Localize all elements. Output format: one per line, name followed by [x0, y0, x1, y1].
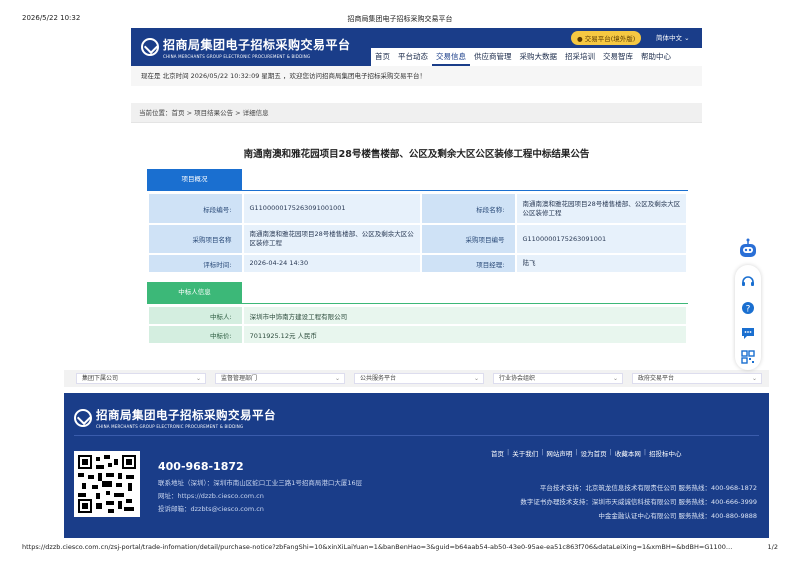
nav-home[interactable]: 首页 [371, 48, 394, 66]
filter-supervision[interactable]: 监督管理部门 ⌄ [215, 373, 345, 384]
evaluation-time-value: 2026-04-24 14:30 [243, 255, 420, 272]
qr-code-icon[interactable] [741, 350, 755, 364]
footer-link-bidding-center[interactable]: 招投标中心 [646, 448, 685, 458]
site-footer: 招商局集团电子招标采购交易平台 CHINA MERCHANTS GROUP EL… [64, 393, 769, 538]
footer-link-home[interactable]: 首页 [488, 448, 507, 458]
filter-label: 政府交易平台 [638, 375, 675, 382]
main-nav: 首页 平台动态 交易信息 供应商管理 采购大数据 招采培训 交易智库 帮助中心 [371, 48, 675, 66]
nav-training[interactable]: 招采培训 [561, 48, 599, 66]
complaint-email[interactable]: 投诉邮箱：dzzbts@ciesco.com.cn [158, 503, 264, 513]
welcome-bar: 现在是 北京时间 2026/05/22 10:32:09 星期五 ，欢迎您访问招… [131, 66, 702, 86]
winner-info-table: 中标人: 深圳市中饰南方建设工程有限公司 中标价: 7011925.12元 人民… [147, 305, 688, 345]
website-link[interactable]: 网址：https://dzzb.ciesco.com.cn [158, 490, 264, 500]
print-footer: https://dzzb.ciesco.com.cn/zsj-portal/tr… [22, 543, 778, 553]
filter-label: 监督管理部门 [221, 375, 258, 382]
headset-icon[interactable] [741, 275, 755, 289]
help-icon[interactable]: ? [741, 301, 755, 315]
project-name-label: 采购项目名称 [149, 225, 242, 253]
project-manager-label: 项目经理: [422, 255, 515, 272]
support-line: 中金金融认证中心有限公司 服务热线：400-880-9888 [598, 512, 757, 520]
chevron-down-icon: ⌄ [751, 375, 757, 382]
section-winner-info: 中标人信息 [147, 282, 242, 303]
footer-link-statement[interactable]: 网站声明 [543, 448, 575, 458]
nav-supplier-management[interactable]: 供应商管理 [470, 48, 516, 66]
filter-public-service[interactable]: 公共服务平台 ⌄ [354, 373, 484, 384]
table-row: 中标价: 7011925.12元 人民币 [149, 326, 686, 343]
project-manager-value: 陆飞 [516, 255, 686, 272]
print-title: 招商局集团电子招标采购交易平台 [347, 15, 453, 23]
nav-trade-info[interactable]: 交易信息 [432, 48, 470, 66]
nav-think-tank[interactable]: 交易智库 [599, 48, 637, 66]
project-name-value: 南通南澳和雅花园项目28号楼售楼部、公区及剩余大区公区装修工程 [243, 225, 420, 253]
print-header: 2026/5/22 10:32 招商局集团电子招标采购交易平台 [22, 14, 778, 24]
nav-platform-news[interactable]: 平台动态 [394, 48, 432, 66]
overseas-label: 交易平台(境外版) [584, 35, 636, 43]
language-label: 简体中文 [656, 34, 682, 42]
qr-code-icon [74, 451, 140, 517]
hotline-number: 400-968-1872 [158, 460, 244, 473]
section-project-overview: 项目概况 [147, 169, 242, 190]
logo-subtitle: CHINA MERCHANTS GROUP ELECTRONIC PROCURE… [163, 53, 311, 59]
chat-icon[interactable] [741, 326, 755, 340]
footer-divider [74, 435, 759, 436]
print-page-number: 1/2 [767, 543, 778, 551]
section-divider [147, 303, 688, 304]
breadcrumb[interactable]: 当前位置：首页 > 项目结果公告 > 详细信息 [131, 103, 702, 123]
assistant-robot-icon[interactable] [737, 238, 759, 260]
print-url: https://dzzb.ciesco.com.cn/zsj-portal/tr… [22, 543, 733, 551]
bid-section-name-label: 标段名称: [422, 194, 515, 223]
chevron-down-icon: ⌄ [684, 34, 690, 42]
chevron-down-icon: ⌄ [473, 375, 479, 382]
cmg-emblem-icon [74, 409, 92, 427]
chevron-down-icon: ⌄ [334, 375, 340, 382]
logo-title: 招商局集团电子招标采购交易平台 [163, 37, 351, 52]
winner-value: 深圳市中饰南方建设工程有限公司 [243, 307, 686, 324]
chevron-down-icon: ⌄ [612, 375, 618, 382]
evaluation-time-label: 评标时间: [149, 255, 242, 272]
section-divider [147, 190, 688, 191]
table-row: 采购项目名称 南通南澳和雅花园项目28号楼售楼部、公区及剩余大区公区装修工程 采… [149, 225, 686, 253]
footer-link-about[interactable]: 关于我们 [509, 448, 541, 458]
page-title: 南通南澳和雅花园项目28号楼售楼部、公区及剩余大区公区装修工程中标结果公告 [243, 149, 590, 160]
footer-logo-title: 招商局集团电子招标采购交易平台 [96, 408, 276, 422]
footer-link-set-homepage[interactable]: 设为首页 [578, 448, 610, 458]
footer-logo: 招商局集团电子招标采购交易平台 CHINA MERCHANTS GROUP EL… [74, 407, 276, 429]
overseas-version-button[interactable]: ● 交易平台(境外版) [571, 31, 642, 45]
project-no-label: 采购项目编号 [422, 225, 515, 253]
chevron-down-icon: ⌄ [195, 375, 201, 382]
bid-section-name-value: 南通南澳和雅花园项目28号楼售楼部、公区及剩余大区公区装修工程 [516, 194, 686, 223]
filter-group-companies[interactable]: 集团下属公司 ⌄ [76, 373, 206, 384]
support-line: 平台技术支持：北京筑龙信息技术有限责任公司 服务热线：400-968-1872 [539, 484, 757, 492]
winner-label: 中标人: [149, 307, 242, 324]
table-row: 中标人: 深圳市中饰南方建设工程有限公司 [149, 307, 686, 324]
filter-industry-association[interactable]: 行业协会组织 ⌄ [493, 373, 623, 384]
related-links-bar: 集团下属公司 ⌄ 监督管理部门 ⌄ 公共服务平台 ⌄ 行业协会组织 ⌄ 政府交易平台 ⌄ [64, 370, 769, 387]
bid-section-no-value: G1100000175263091001001 [243, 194, 420, 223]
project-no-value: G1100000175263091001 [516, 225, 686, 253]
nav-procurement-bigdata[interactable]: 采购大数据 [515, 48, 561, 66]
support-line: 数字证书办理技术支持：深圳市天威诚信科技有限公司 服务热线：400-666-39… [520, 498, 757, 506]
footer-logo-subtitle: CHINA MERCHANTS GROUP ELECTRONIC PROCURE… [96, 424, 244, 429]
site-logo[interactable]: 招商局集团电子招标采购交易平台 CHINA MERCHANTS GROUP EL… [141, 35, 351, 59]
cmg-emblem-icon [141, 38, 159, 56]
filter-government-platform[interactable]: 政府交易平台 ⌄ [632, 373, 762, 384]
footer-links: 首页 | 关于我们 | 网站声明 | 设为首页 | 收藏本网 | 招投标中心 [488, 448, 685, 458]
winning-price-label: 中标价: [149, 326, 242, 343]
table-row: 评标时间: 2026-04-24 14:30 项目经理: 陆飞 [149, 255, 686, 272]
footer-link-bookmark[interactable]: 收藏本网 [612, 448, 644, 458]
filter-label: 公共服务平台 [360, 375, 397, 382]
floating-toolbar: ? [735, 265, 761, 370]
bid-section-no-label: 标段编号: [149, 194, 242, 223]
language-select[interactable]: 简体中文 ⌄ [656, 32, 690, 42]
filter-label: 行业协会组织 [499, 375, 536, 382]
svg-text:?: ? [746, 305, 751, 315]
nav-help-center[interactable]: 帮助中心 [637, 48, 675, 66]
project-info-table: 标段编号: G1100000175263091001001 标段名称: 南通南澳… [147, 192, 688, 274]
contact-address: 联系地址（深圳）：深圳市南山区蛇口工业三路1号招商局港口大厦16层 [158, 479, 363, 487]
filter-label: 集团下属公司 [82, 375, 119, 382]
winning-price-value: 7011925.12元 人民币 [243, 326, 686, 343]
table-row: 标段编号: G1100000175263091001001 标段名称: 南通南澳… [149, 194, 686, 223]
